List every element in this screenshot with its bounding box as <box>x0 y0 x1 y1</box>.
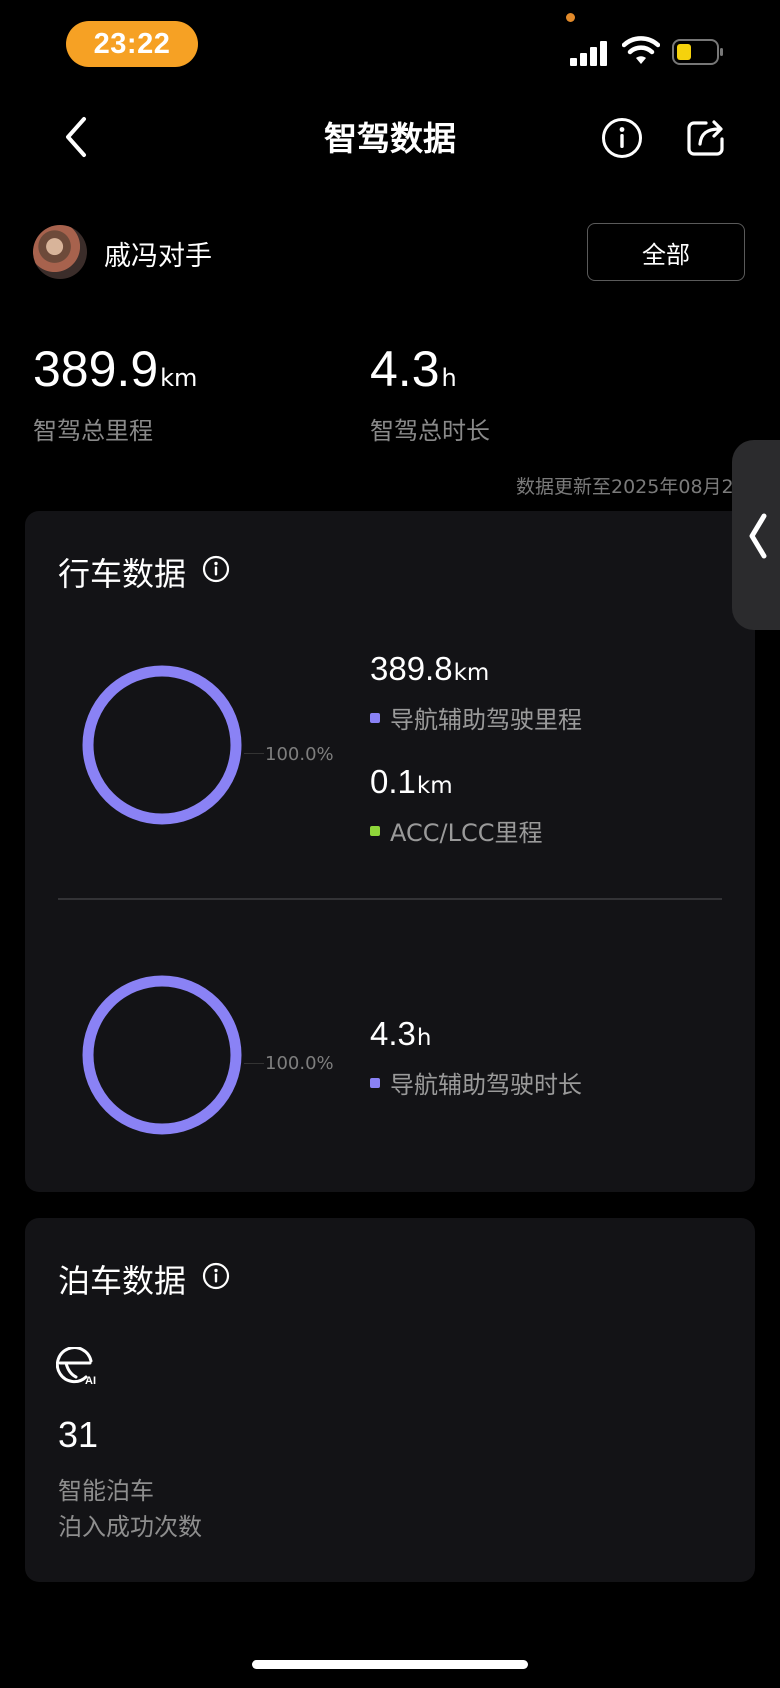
total-duration-stat: 4.3h <box>370 340 457 398</box>
acc-lcc-distance-unit: km <box>416 773 453 799</box>
status-time: 23:22 <box>66 21 198 67</box>
info-icon[interactable] <box>601 117 643 159</box>
total-distance-stat: 389.9km <box>33 340 197 398</box>
nav-assist-distance: 389.8km <box>370 650 489 688</box>
parking-label-line1: 智能泊车 <box>58 1477 154 1505</box>
nav-assist-duration-unit: h <box>416 1025 432 1051</box>
home-indicator[interactable] <box>252 1660 528 1669</box>
total-distance-label: 智驾总里程 <box>33 417 153 445</box>
side-drawer-handle[interactable] <box>732 440 780 630</box>
battery-icon <box>672 39 723 65</box>
driving-card-title: 行车数据 <box>58 555 187 593</box>
nav-assist-distance-label: 导航辅助驾驶里程 <box>390 706 582 734</box>
legend-swatch-purple <box>370 1077 380 1088</box>
parking-success-count: 31 <box>58 1414 99 1455</box>
nav-assist-distance-legend: 导航辅助驾驶里程 <box>370 700 582 735</box>
total-duration-label: 智驾总时长 <box>370 417 490 445</box>
total-duration-value: 4.3 <box>370 341 440 397</box>
acc-lcc-distance-legend: ACC/LCC里程 <box>370 813 542 848</box>
ai-steering-wheel-icon: AI <box>56 1347 96 1385</box>
legend-swatch-purple <box>370 712 380 723</box>
distance-percent-label: 100.0% <box>265 744 334 765</box>
total-distance-value: 389.9 <box>33 341 159 397</box>
nav-assist-distance-value: 389.8 <box>370 650 453 687</box>
nav-assist-distance-unit: km <box>453 660 490 686</box>
duration-pct-leader <box>244 1063 264 1064</box>
username: 戚冯对手 <box>104 241 212 272</box>
nav-assist-duration-label: 导航辅助驾驶时长 <box>390 1071 582 1099</box>
filter-all-button[interactable]: 全部 <box>587 223 745 281</box>
acc-lcc-distance-value: 0.1 <box>370 763 416 800</box>
svg-text:AI: AI <box>85 1375 96 1385</box>
parking-label-line2: 泊入成功次数 <box>58 1513 202 1541</box>
acc-lcc-distance-label: ACC/LCC里程 <box>390 819 543 847</box>
parking-info-icon[interactable] <box>202 1262 230 1290</box>
cellular-signal-icon <box>570 40 608 66</box>
wifi-icon <box>622 36 660 64</box>
page-title: 智驾数据 <box>324 119 456 158</box>
share-icon[interactable] <box>686 117 726 157</box>
distance-pct-leader <box>244 753 264 754</box>
distance-donut-chart <box>82 665 242 825</box>
legend-swatch-green <box>370 825 380 836</box>
privacy-indicator <box>566 13 575 22</box>
total-duration-unit: h <box>441 364 457 392</box>
avatar[interactable] <box>33 225 87 279</box>
nav-assist-duration-legend: 导航辅助驾驶时长 <box>370 1065 582 1100</box>
parking-card-title: 泊车数据 <box>58 1262 187 1300</box>
data-update-time: 数据更新至2025年08月28 <box>516 476 746 498</box>
nav-assist-duration-value: 4.3 <box>370 1015 416 1052</box>
card-divider <box>58 898 722 900</box>
chevron-left-icon <box>749 513 767 559</box>
duration-donut-chart <box>82 975 242 1135</box>
total-distance-unit: km <box>160 364 198 392</box>
acc-lcc-distance: 0.1km <box>370 763 453 801</box>
driving-info-icon[interactable] <box>202 555 230 583</box>
duration-percent-label: 100.0% <box>265 1053 334 1074</box>
nav-assist-duration: 4.3h <box>370 1015 431 1053</box>
